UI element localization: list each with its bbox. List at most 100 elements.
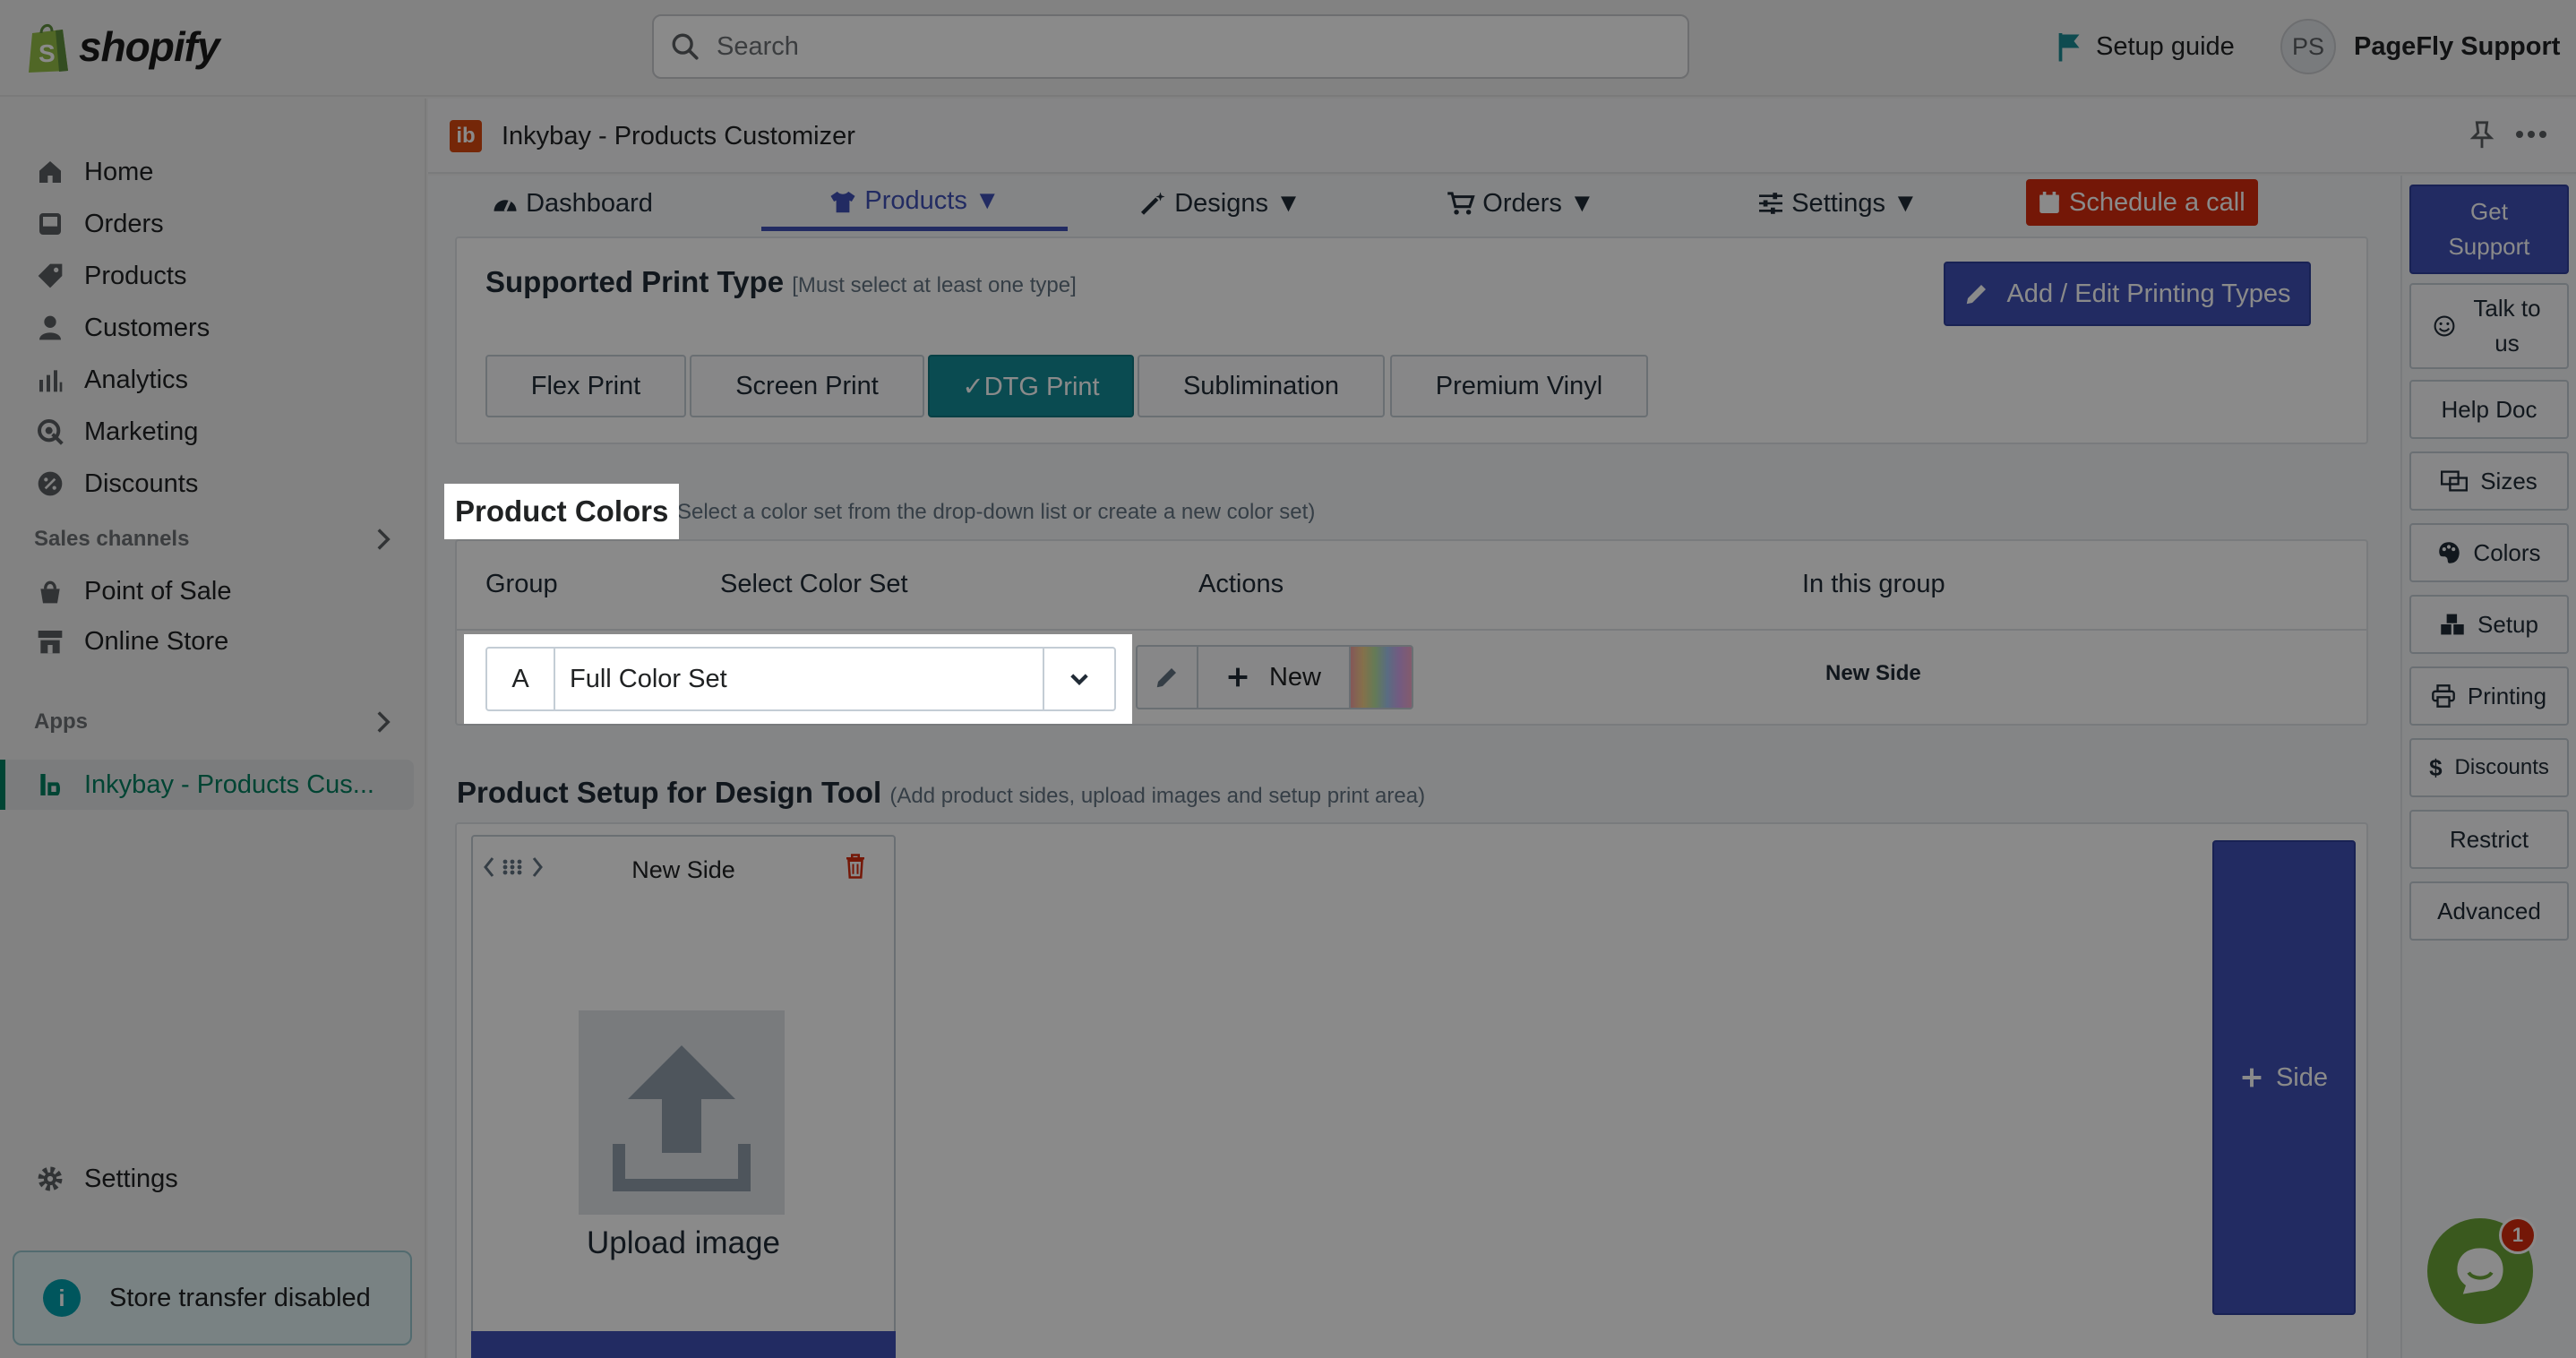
- user-menu[interactable]: PS PageFly Support: [2280, 19, 2560, 74]
- tab-settings[interactable]: Settings ▼: [1739, 176, 1936, 231]
- discounts-button[interactable]: $ Discounts: [2409, 738, 2569, 797]
- trash-icon[interactable]: [844, 853, 867, 880]
- upload-image-dropzone[interactable]: [579, 1010, 785, 1215]
- chat-icon: [2457, 1248, 2503, 1294]
- help-doc-button[interactable]: Help Doc: [2409, 380, 2569, 439]
- printing-button[interactable]: Printing: [2409, 666, 2569, 726]
- sidebar-item-discounts[interactable]: Discounts: [32, 462, 198, 505]
- sidebar-item-settings[interactable]: Settings: [32, 1157, 178, 1200]
- sidebar-item-orders[interactable]: Orders: [32, 202, 164, 245]
- product-setup-title: Product Setup for Design Tool (Add produ…: [457, 776, 1426, 809]
- sidebar-item-inkybay[interactable]: Inkybay - Products Cus...: [0, 760, 414, 810]
- schedule-call-label: Schedule a call: [2069, 187, 2245, 217]
- colors-button[interactable]: Colors: [2409, 523, 2569, 582]
- edit-color-set-button[interactable]: [1136, 645, 1198, 709]
- palette-icon: [2437, 541, 2460, 564]
- tab-label: Designs ▼: [1174, 188, 1301, 218]
- talk-to-us-label: Talk to us: [2473, 295, 2541, 357]
- product-setup-hint: (Add product sides, upload images and se…: [889, 784, 1426, 808]
- sizes-button[interactable]: Sizes: [2409, 451, 2569, 511]
- sidebar-item-label: Analytics: [84, 365, 189, 394]
- setup-button[interactable]: Setup: [2409, 595, 2569, 654]
- brand-name: shopify: [79, 23, 220, 70]
- print-option-flex[interactable]: Flex Print: [485, 355, 686, 417]
- tab-designs[interactable]: Designs ▼: [1127, 176, 1315, 231]
- tab-products[interactable]: Products ▼: [761, 176, 1068, 231]
- restrict-button[interactable]: Restrict: [2409, 810, 2569, 869]
- sidebar-item-online-store[interactable]: Online Store: [32, 620, 228, 663]
- search-input[interactable]: Search: [652, 14, 1689, 79]
- sizes-label: Sizes: [2480, 467, 2537, 494]
- upload-image-label: Upload image: [587, 1225, 780, 1260]
- apps-label: Apps: [34, 709, 88, 734]
- print-option-premium-vinyl[interactable]: Premium Vinyl: [1390, 355, 1648, 417]
- color-swatch[interactable]: [1349, 645, 1413, 709]
- advanced-options-bar[interactable]: [471, 1331, 896, 1358]
- edit-printing-types-label: Add / Edit Printing Types: [2006, 279, 2291, 308]
- pin-icon[interactable]: [2469, 120, 2495, 150]
- sidebar: Home Orders Products Customers Analytics…: [0, 99, 426, 1358]
- chat-notification-badge: 1: [2499, 1216, 2537, 1254]
- sidebar-item-label: Home: [84, 157, 154, 186]
- printing-label: Printing: [2467, 682, 2547, 709]
- app-title: ib Inkybay - Products Customizer: [450, 116, 855, 156]
- sidebar-item-label: Marketing: [84, 417, 199, 446]
- sidebar-item-home[interactable]: Home: [32, 150, 153, 193]
- inkybay-logo-icon: ib: [450, 120, 482, 152]
- svg-text:S: S: [39, 39, 56, 67]
- sidebar-item-label: Orders: [84, 209, 164, 238]
- apps-header[interactable]: Apps: [34, 709, 392, 735]
- store-transfer-banner[interactable]: i Store transfer disabled: [13, 1251, 412, 1345]
- dollar-icon: $: [2429, 753, 2443, 781]
- add-side-button[interactable]: Side: [2212, 840, 2356, 1315]
- sidebar-item-analytics[interactable]: Analytics: [32, 358, 188, 401]
- flag-icon: [2058, 33, 2080, 62]
- tab-dashboard[interactable]: Dashboard: [478, 176, 666, 231]
- shopify-logo[interactable]: S shopify: [27, 18, 220, 75]
- print-option-dtg[interactable]: ✓DTG Print: [928, 355, 1134, 417]
- sidebar-item-marketing[interactable]: Marketing: [32, 410, 198, 453]
- bar-chart-icon: [32, 362, 68, 398]
- orders-icon: [32, 206, 68, 242]
- upload-icon: [613, 1045, 751, 1191]
- sidebar-item-point-of-sale[interactable]: Point of Sale: [32, 570, 231, 613]
- discount-icon: [32, 466, 68, 502]
- tab-orders[interactable]: Orders ▼: [1431, 176, 1610, 231]
- sales-channels-header[interactable]: Sales channels: [34, 527, 392, 552]
- sliders-icon: [1757, 192, 1784, 215]
- print-type-title: Supported Print Type [Must select at lea…: [485, 265, 1077, 298]
- sidebar-item-label: Products: [84, 261, 187, 290]
- target-icon: [32, 414, 68, 450]
- tshirt-icon: [829, 189, 857, 214]
- edit-printing-types-button[interactable]: Add / Edit Printing Types: [1944, 262, 2311, 326]
- boxes-icon: [2440, 613, 2465, 636]
- print-option-screen[interactable]: Screen Print: [690, 355, 924, 417]
- talk-to-us-button[interactable]: Talk to us: [2409, 283, 2569, 369]
- sidebar-item-products[interactable]: Products: [32, 254, 186, 297]
- in-group-value: New Side: [1825, 661, 1921, 685]
- cart-icon: [1447, 191, 1475, 216]
- chevron-down-icon[interactable]: [1043, 647, 1116, 711]
- get-support-button[interactable]: Get Support: [2409, 185, 2569, 274]
- schedule-call-button[interactable]: Schedule a call: [2026, 179, 2258, 226]
- chevron-right-icon: [377, 711, 391, 733]
- home-icon: [32, 154, 68, 190]
- setup-guide-button[interactable]: Setup guide: [2057, 27, 2235, 66]
- color-set-select-row: A Full Color Set: [464, 634, 1132, 724]
- side-name: New Side: [631, 856, 735, 883]
- gear-icon: [32, 1161, 68, 1197]
- colors-label: Colors: [2473, 538, 2541, 566]
- new-color-set-button[interactable]: New: [1197, 645, 1351, 709]
- plus-icon: [1226, 666, 1249, 689]
- sidebar-item-customers[interactable]: Customers: [32, 306, 210, 349]
- advanced-button[interactable]: Advanced: [2409, 881, 2569, 941]
- print-option-sublimination[interactable]: Sublimination: [1138, 355, 1385, 417]
- avatar: PS: [2280, 19, 2336, 74]
- product-colors-title: Product Colors: [444, 484, 680, 539]
- shopify-bag-icon: S: [29, 24, 68, 73]
- pos-icon: [32, 573, 68, 609]
- sales-channels-label: Sales channels: [34, 527, 190, 551]
- color-set-select[interactable]: Full Color Set: [554, 647, 1044, 711]
- pencil-icon: [1963, 280, 1990, 307]
- more-options-icon[interactable]: [2515, 129, 2547, 140]
